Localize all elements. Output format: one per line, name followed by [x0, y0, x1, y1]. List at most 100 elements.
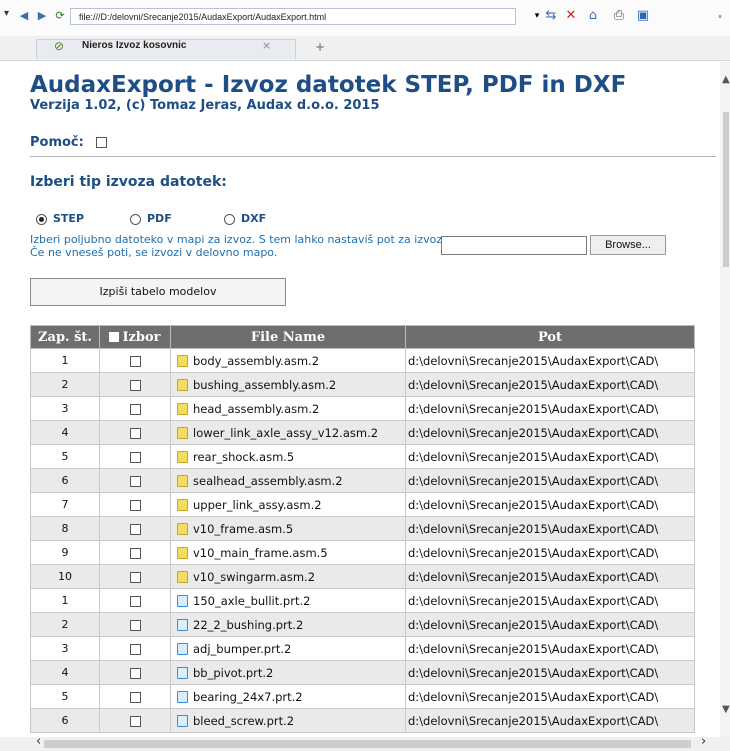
radio-pdf[interactable]: PDF — [130, 212, 172, 225]
radio-pdf-dot[interactable] — [130, 213, 141, 225]
select-all-checkbox[interactable] — [109, 332, 120, 342]
scroll-right-icon[interactable]: › — [701, 734, 706, 749]
row-number: 10 — [30, 564, 100, 589]
row-select-checkbox[interactable] — [129, 379, 141, 391]
radio-step-dot[interactable] — [36, 213, 47, 225]
row-select-checkbox[interactable] — [129, 523, 141, 535]
browse-button[interactable]: Browse... — [590, 235, 666, 255]
table-row: 5 rear_shock.asm.5 d:\delovni\Srecanje2015… — [30, 444, 695, 469]
row-select-checkbox[interactable] — [129, 475, 141, 487]
table-row: 4 lower_link_axle_assy_v12.asm.2 d:\delovn… — [30, 420, 695, 445]
scroll-up-icon[interactable]: ▲ — [722, 74, 730, 85]
divider — [30, 156, 716, 157]
row-filename-cell: v10_frame.asm.5 — [170, 516, 406, 541]
row-filename: v10_swingarm.asm.2 — [193, 569, 316, 584]
row-path: d:\delovni\Srecanje2015\AudaxExport\CAD\ — [405, 660, 695, 685]
assembly-file-icon — [177, 499, 188, 511]
row-filename: lower_link_axle_assy_v12.asm.2 — [193, 425, 379, 440]
help-row: Pomoč: — [30, 135, 108, 150]
row-filename-cell: bearing_24x7.prt.2 — [170, 684, 406, 709]
table-row: 10 v10_swingarm.asm.2 d:\delovni\Srecanje2… — [30, 564, 695, 589]
radio-dxf[interactable]: DXF — [224, 212, 266, 225]
part-file-icon — [177, 595, 188, 607]
row-select-cell — [99, 396, 171, 421]
row-select-checkbox[interactable] — [129, 691, 141, 703]
row-filename-cell: body_assembly.asm.2 — [170, 348, 406, 373]
row-select-checkbox[interactable] — [129, 715, 141, 727]
table-row: 1 150_axle_bullit.prt.2 d:\delovni\Srecanj… — [30, 588, 695, 613]
help-checkbox[interactable] — [96, 137, 108, 148]
row-select-checkbox[interactable] — [129, 403, 141, 415]
row-filename-cell: 22_2_bushing.prt.2 — [170, 612, 406, 637]
row-select-checkbox[interactable] — [129, 355, 141, 367]
row-select-checkbox[interactable] — [129, 643, 141, 655]
table-row: 9 v10_main_frame.asm.5 d:\delovni\Srecanje… — [30, 540, 695, 565]
table-row: 4 bb_pivot.prt.2 d:\delovni\Srecanje2015\A… — [30, 660, 695, 685]
row-select-cell — [99, 612, 171, 637]
radio-dxf-dot[interactable] — [224, 213, 235, 225]
refresh-icon[interactable]: ⟳ — [52, 8, 68, 24]
row-path: d:\delovni\Srecanje2015\AudaxExport\CAD\ — [405, 636, 695, 661]
scroll-left-icon[interactable]: ‹ — [36, 734, 41, 749]
row-select-cell — [99, 468, 171, 493]
page-favicon-icon: ⊘ — [54, 39, 65, 53]
new-tab-button[interactable]: + — [315, 40, 325, 54]
row-filename-cell: bleed_screw.prt.2 — [170, 708, 406, 733]
row-select-checkbox[interactable] — [129, 427, 141, 439]
save-icon[interactable]: ▣ — [634, 7, 652, 25]
row-path: d:\delovni\Srecanje2015\AudaxExport\CAD\ — [405, 420, 695, 445]
row-select-checkbox[interactable] — [129, 619, 141, 631]
scroll-down-icon[interactable]: ▼ — [722, 704, 730, 715]
part-file-icon — [177, 643, 188, 655]
address-bar[interactable]: file:///D:/delovni/Srecanje2015/AudaxExp… — [70, 8, 516, 25]
row-path: d:\delovni\Srecanje2015\AudaxExport\CAD\ — [405, 516, 695, 541]
home-icon[interactable]: ⌂ — [584, 7, 602, 25]
row-filename: adj_bumper.prt.2 — [193, 641, 292, 656]
page-subtitle: Verzija 1.02, (c) Tomaz Jeras, Audax d.o… — [30, 98, 380, 113]
row-number: 6 — [30, 708, 100, 733]
row-number: 1 — [30, 348, 100, 373]
tab-title: Nieros Izvoz kosovnic — [82, 40, 187, 51]
row-filename-cell: sealhead_assembly.asm.2 — [170, 468, 406, 493]
row-number: 7 — [30, 492, 100, 517]
assembly-file-icon — [177, 547, 188, 559]
row-path: d:\delovni\Srecanje2015\AudaxExport\CAD\ — [405, 684, 695, 709]
row-select-checkbox[interactable] — [129, 547, 141, 559]
row-select-cell — [99, 372, 171, 397]
row-number: 2 — [30, 612, 100, 637]
radio-step[interactable]: STEP — [36, 212, 84, 225]
row-select-checkbox[interactable] — [129, 595, 141, 607]
page-title: AudaxExport - Izvoz datotek STEP, PDF in… — [30, 72, 627, 98]
print-icon[interactable]: ⎙ — [610, 7, 628, 25]
row-select-checkbox[interactable] — [129, 451, 141, 463]
row-select-cell — [99, 492, 171, 517]
row-filename: 150_axle_bullit.prt.2 — [193, 593, 311, 608]
row-path: d:\delovni\Srecanje2015\AudaxExport\CAD\ — [405, 564, 695, 589]
tab-close-icon[interactable]: × — [262, 39, 271, 52]
compat-icon[interactable]: ⇆ — [542, 7, 560, 25]
row-select-checkbox[interactable] — [129, 499, 141, 511]
assembly-file-icon — [177, 427, 188, 439]
row-filename: v10_main_frame.asm.5 — [193, 545, 328, 560]
radio-dxf-label: DXF — [241, 212, 267, 225]
row-select-cell — [99, 684, 171, 709]
history-dropdown-icon[interactable]: ▾ — [4, 8, 9, 19]
vertical-scroll-thumb[interactable] — [723, 112, 729, 267]
horizontal-scroll-thumb[interactable] — [44, 740, 691, 748]
print-models-button[interactable]: Izpiši tabelo modelov — [30, 278, 286, 306]
row-select-checkbox[interactable] — [129, 667, 141, 679]
row-filename-cell: bb_pivot.prt.2 — [170, 660, 406, 685]
export-path-field[interactable] — [441, 236, 587, 255]
row-number: 5 — [30, 684, 100, 709]
row-filename: bleed_screw.prt.2 — [193, 713, 295, 728]
forward-icon[interactable]: ▶ — [34, 8, 50, 24]
col-header-filename: File Name — [170, 325, 406, 349]
table-row: 3 adj_bumper.prt.2 d:\delovni\Srecanje2015… — [30, 636, 695, 661]
back-icon[interactable]: ◀ — [16, 8, 32, 24]
row-number: 3 — [30, 636, 100, 661]
table-row: 3 head_assembly.asm.2 d:\delovni\Srecanje2… — [30, 396, 695, 421]
row-filename: sealhead_assembly.asm.2 — [193, 473, 343, 488]
row-filename-cell: lower_link_axle_assy_v12.asm.2 — [170, 420, 406, 445]
stop-icon[interactable]: ✕ — [562, 7, 580, 25]
row-select-checkbox[interactable] — [129, 571, 141, 583]
